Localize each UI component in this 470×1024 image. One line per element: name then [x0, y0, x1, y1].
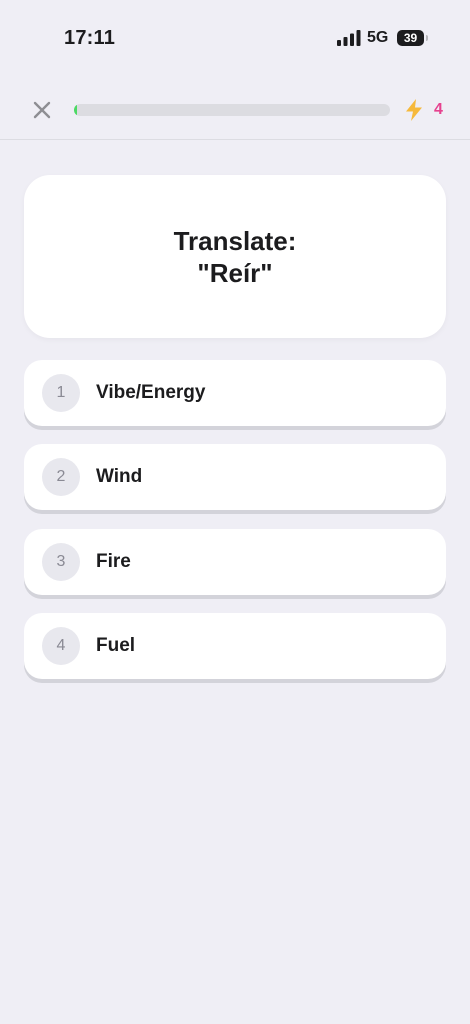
option-number-badge: 1 [42, 374, 80, 412]
close-button[interactable] [28, 96, 56, 124]
lesson-progress-bar [74, 104, 390, 116]
option-label: Fuel [96, 635, 136, 656]
answer-option-3[interactable]: 3 Fire [24, 529, 446, 595]
battery-level: 39 [403, 31, 418, 45]
question-word: "Reír" [197, 257, 273, 288]
lightning-bolt-icon [406, 99, 422, 121]
option-label: Vibe/Energy [96, 382, 206, 403]
option-label: Fire [96, 551, 131, 572]
streak-count: 4 [434, 101, 443, 118]
battery-icon: 39 [397, 30, 428, 46]
close-icon [33, 101, 51, 119]
status-bar: 17:11 5G 39 [0, 0, 470, 76]
network-type: 5G [367, 29, 389, 46]
lesson-top-bar: 4 [0, 76, 470, 140]
answer-option-4[interactable]: 4 Fuel [24, 613, 446, 679]
question-card: Translate: "Reír" [24, 175, 446, 338]
option-number-badge: 2 [42, 458, 80, 496]
question-title: Translate: [173, 225, 297, 256]
answer-option-1[interactable]: 1 Vibe/Energy [24, 360, 446, 426]
lesson-progress-fill [74, 104, 78, 116]
option-label: Wind [96, 466, 143, 487]
cellular-signal-icon [337, 30, 361, 46]
status-time: 17:11 [64, 27, 116, 49]
option-number-badge: 3 [42, 543, 80, 581]
answer-option-2[interactable]: 2 Wind [24, 444, 446, 510]
option-number-badge: 4 [42, 627, 80, 665]
